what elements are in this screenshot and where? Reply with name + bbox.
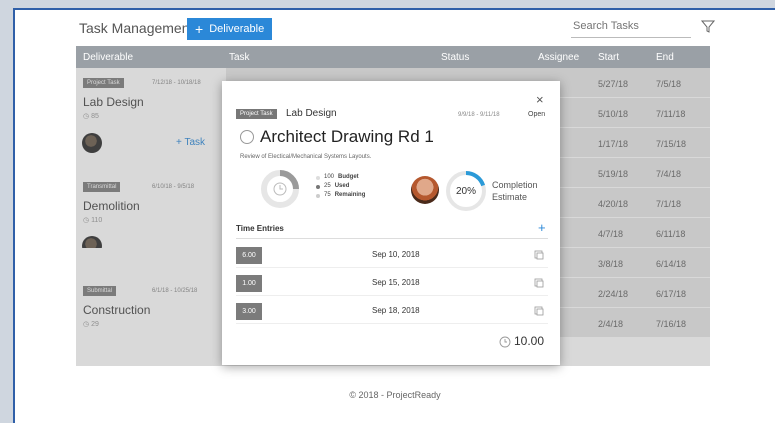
col-deliverable[interactable]: Deliverable — [83, 52, 133, 63]
copy-icon[interactable] — [534, 278, 544, 288]
legend-remaining: 75 Remaining — [316, 191, 365, 200]
filter-icon[interactable] — [701, 19, 715, 33]
total-hours: 10.00 — [514, 334, 545, 348]
copy-icon[interactable] — [534, 306, 544, 316]
remaining-label: Remaining — [334, 192, 366, 198]
legend-budget: 100 Budget — [316, 173, 365, 182]
completion-label-line2: Estimate — [492, 192, 528, 202]
col-assignee[interactable]: Assignee — [538, 52, 579, 63]
used-value: 25 — [324, 183, 331, 189]
search-input[interactable] — [573, 20, 691, 32]
task-detail-modal: × Project Task Lab Design 9/9/18 - 9/11/… — [222, 81, 560, 365]
completion-label-line1: Completion — [492, 180, 538, 190]
assignee-avatar[interactable] — [411, 176, 439, 204]
add-deliverable-label: Deliverable — [209, 23, 265, 35]
entry-date: Sep 10, 2018 — [372, 250, 420, 259]
footer: © 2018 - ProjectReady — [349, 390, 441, 400]
col-start[interactable]: Start — [598, 52, 619, 63]
copy-icon[interactable] — [534, 250, 544, 260]
table-header: Deliverable Task Status Assignee Start E… — [76, 46, 710, 68]
col-status[interactable]: Status — [441, 52, 469, 63]
plus-icon: + — [195, 21, 204, 37]
divider — [236, 238, 548, 239]
clock-icon — [499, 336, 511, 348]
entry-date: Sep 18, 2018 — [372, 306, 420, 315]
col-end[interactable]: End — [656, 52, 674, 63]
legend-used: 25 Used — [316, 182, 365, 191]
app-title: Task Management — [79, 20, 194, 36]
modal-dates: 9/9/18 - 9/11/18 — [458, 112, 500, 118]
budget-label: Budget — [338, 174, 359, 180]
entry-date: Sep 15, 2018 — [372, 278, 420, 287]
time-entry-row[interactable]: 6.00 Sep 10, 2018 — [236, 242, 548, 268]
add-time-entry-button[interactable]: + — [538, 221, 546, 234]
time-entry-row[interactable]: 1.00 Sep 15, 2018 — [236, 270, 548, 296]
entry-hours: 1.00 — [236, 275, 262, 292]
completion-label: Completion Estimate — [492, 179, 538, 203]
close-icon[interactable]: × — [536, 93, 544, 106]
modal-title: Architect Drawing Rd 1 — [260, 127, 434, 146]
modal-description: Review of Electical/Mechanical Systems L… — [240, 154, 372, 160]
complete-check-icon[interactable] — [240, 130, 254, 144]
task-table: Deliverable Task Status Assignee Start E… — [76, 46, 710, 338]
modal-deliverable[interactable]: Lab Design — [286, 108, 337, 119]
time-entries-label: Time Entries — [236, 224, 284, 233]
app-header: Task Management + Deliverable — [15, 10, 775, 44]
completion-percent: 20% — [455, 185, 476, 197]
budget-legend: 100 Budget 25 Used 75 Remaining — [316, 173, 365, 200]
entry-hours: 3.00 — [236, 303, 262, 320]
remaining-value: 75 — [324, 192, 331, 198]
budget-donut-icon — [261, 170, 299, 208]
col-task[interactable]: Task — [229, 52, 250, 63]
time-entry-row[interactable]: 3.00 Sep 18, 2018 — [236, 298, 548, 324]
search-box[interactable] — [571, 20, 691, 38]
entry-hours: 6.00 — [236, 247, 262, 264]
status-badge[interactable]: Open — [528, 111, 545, 118]
budget-value: 100 — [324, 174, 335, 180]
add-deliverable-button[interactable]: + Deliverable — [187, 18, 273, 40]
used-label: Used — [334, 183, 350, 189]
modal-tag: Project Task — [236, 109, 277, 119]
